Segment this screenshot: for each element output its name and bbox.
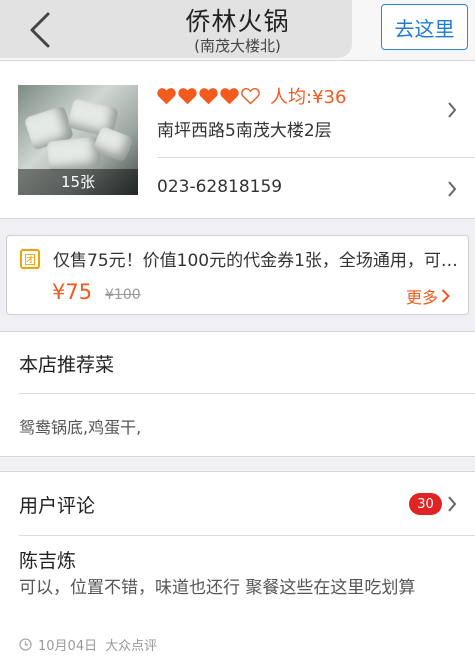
page-subtitle: (南茂大楼北) — [194, 37, 281, 55]
comment-count-badge: 30 — [409, 493, 442, 515]
reviewer-name: 陈吉炼 — [19, 550, 77, 572]
recommended-dishes: 鸳鸯锅底,鸡蛋干, — [19, 418, 142, 437]
deal-original-price: ¥100 — [105, 287, 141, 303]
group-deal-card[interactable]: 团 仅售75元！价值100元的代金券1张，全场通用，可叠加使用 ¥75 ¥100… — [6, 235, 469, 315]
photo-count: 15张 — [18, 169, 138, 195]
divider — [19, 393, 475, 394]
shop-photo[interactable]: 15张 — [18, 85, 138, 195]
navigation-bar: 侨林火锅 (南茂大楼北) 去这里 — [0, 0, 475, 61]
section-title: 本店推荐菜 — [19, 354, 115, 376]
heart-icon — [199, 88, 218, 105]
clock-icon — [19, 638, 32, 651]
star-rating — [157, 87, 262, 105]
heart-icon — [220, 88, 239, 105]
divider — [19, 535, 475, 536]
back-arrow-icon — [30, 12, 50, 48]
section-title[interactable]: 用户评论 — [19, 491, 95, 518]
chevron-right-icon — [441, 289, 450, 303]
user-comments-section: 用户评论 30 陈吉炼 可以，位置不错，味道也还行 聚餐这些在这里吃划算 10月… — [0, 471, 475, 668]
more-deals-link[interactable]: 更多 — [406, 284, 450, 308]
average-price: 人均:¥36 — [270, 87, 347, 108]
heart-icon — [178, 88, 197, 105]
recommended-dishes-section: 本店推荐菜 鸳鸯锅底,鸡蛋干, — [0, 331, 475, 457]
review-meta: 10月04日 大众点评 — [19, 635, 157, 654]
page-title: 侨林火锅 — [185, 7, 290, 36]
divider — [157, 157, 475, 158]
shop-address[interactable]: 南坪西路5南茂大楼2层 — [157, 116, 332, 141]
review-date: 10月04日 — [38, 639, 98, 654]
rating-row: 人均:¥36 — [157, 83, 346, 109]
deal-description: 仅售75元！价值100元的代金券1张，全场通用，可叠加使用 — [53, 251, 461, 271]
heart-icon — [241, 87, 260, 105]
review-source: 大众点评 — [105, 639, 158, 654]
back-button[interactable] — [22, 10, 58, 50]
chevron-right-icon — [448, 102, 457, 118]
chevron-right-icon — [448, 496, 457, 512]
shop-info-card: 15张 人均:¥36 南坪西路5南茂大楼2层 023-62818159 — [0, 61, 475, 219]
go-here-button[interactable]: 去这里 — [381, 4, 468, 50]
more-label: 更多 — [406, 288, 439, 307]
review-text: 可以，位置不错，味道也还行 聚餐这些在这里吃划算 — [19, 578, 416, 598]
heart-icon — [157, 88, 176, 105]
deal-price: ¥75 — [52, 280, 93, 304]
shop-phone[interactable]: 023-62818159 — [157, 177, 282, 197]
tuan-icon: 团 — [20, 249, 40, 269]
chevron-right-icon — [448, 181, 457, 197]
